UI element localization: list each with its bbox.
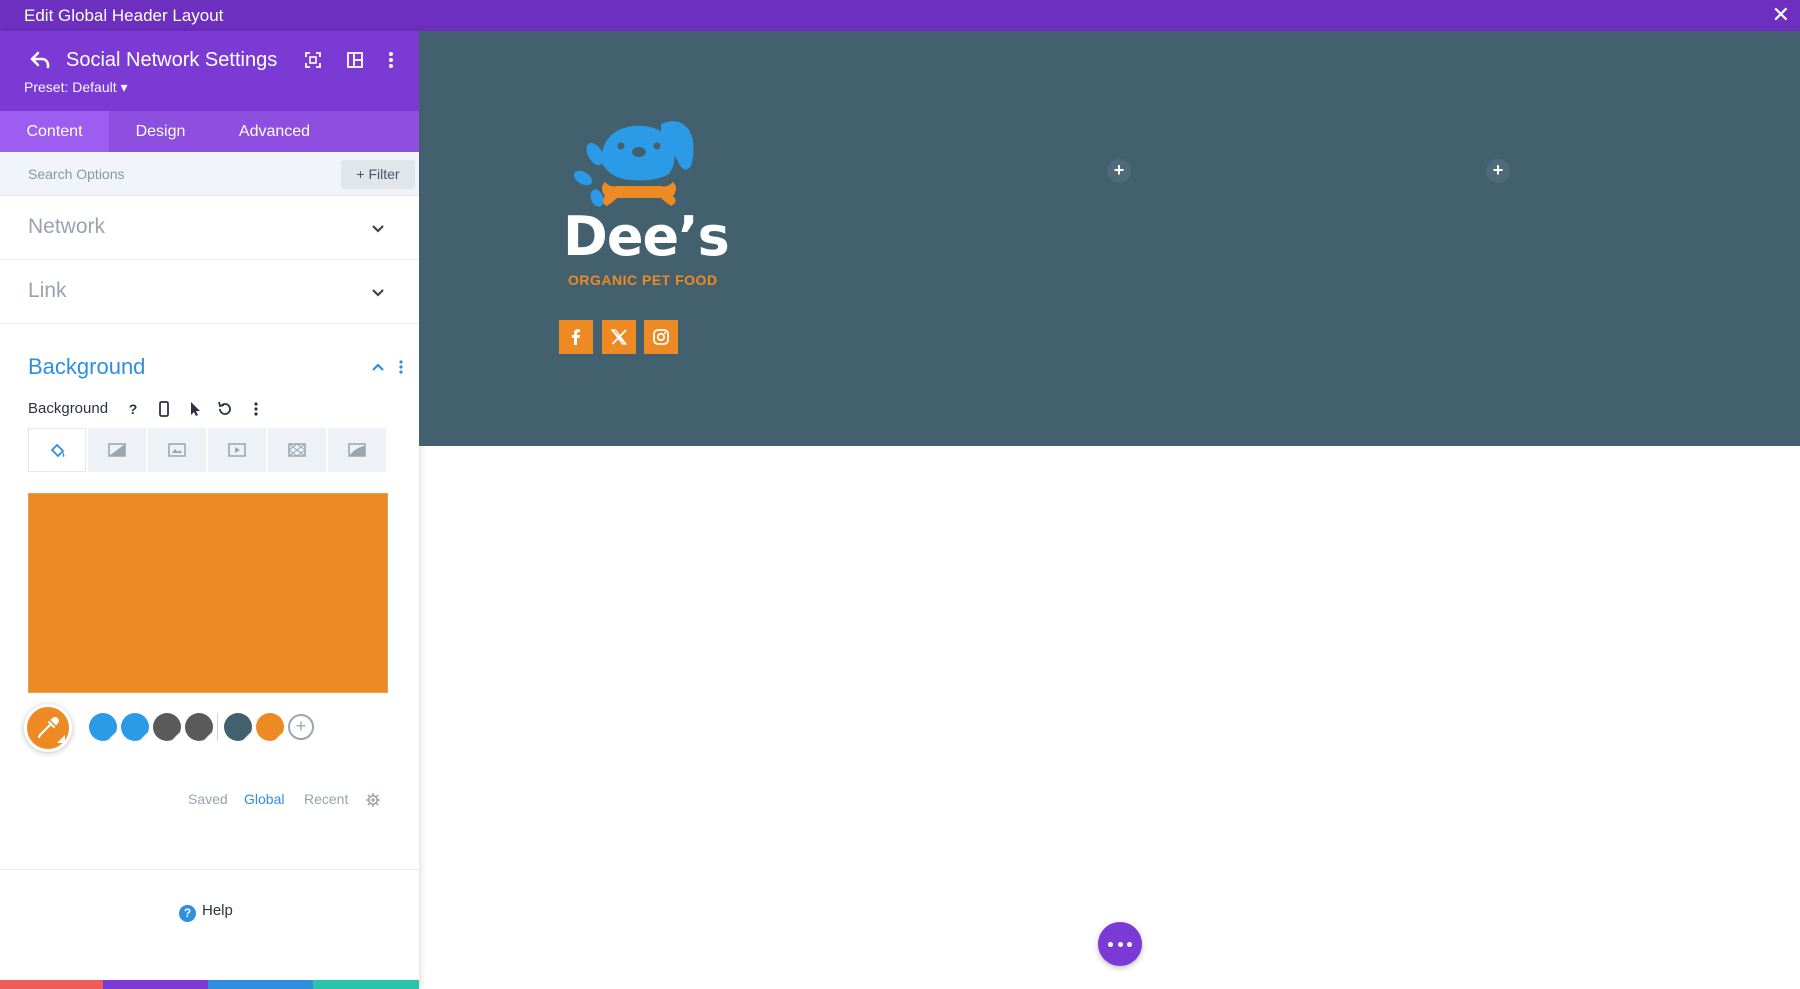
social-instagram-button[interactable]: [644, 320, 678, 354]
page-options-button[interactable]: [1098, 922, 1142, 966]
gear-icon[interactable]: [365, 792, 381, 808]
background-image-tab[interactable]: [148, 428, 206, 472]
chevron-down-icon: [372, 225, 384, 233]
x-icon: [610, 329, 628, 345]
background-mask-tab[interactable]: [328, 428, 386, 472]
palette-tab-saved[interactable]: Saved: [188, 791, 228, 807]
color-swatch[interactable]: [89, 713, 117, 741]
social-x-button[interactable]: [602, 320, 636, 354]
palette-tab-global[interactable]: Global: [244, 791, 284, 807]
add-module-button[interactable]: +: [1486, 159, 1510, 183]
tab-content[interactable]: Content: [0, 111, 109, 152]
color-swatch[interactable]: [121, 713, 149, 741]
search-options-input[interactable]: [16, 159, 336, 189]
settings-panel: Social Network Settings Preset: Default …: [0, 31, 419, 989]
help-link[interactable]: ? Help: [179, 902, 233, 922]
add-color-button[interactable]: +: [288, 714, 314, 740]
video-icon: [228, 443, 246, 457]
tab-design[interactable]: Design: [109, 111, 212, 152]
color-swatch[interactable]: [224, 713, 252, 741]
help-question-icon[interactable]: ?: [124, 400, 142, 418]
more-vertical-icon[interactable]: [380, 49, 402, 71]
help-icon: ?: [179, 905, 196, 922]
panel-title: Social Network Settings: [66, 49, 278, 71]
logo-wordmark: Dee’s: [563, 205, 730, 268]
panel-tabs: Content Design Advanced: [0, 111, 419, 152]
background-color-preview[interactable]: [28, 493, 388, 693]
help-label: Help: [202, 902, 233, 919]
background-color-tab[interactable]: [28, 428, 86, 472]
color-swatch[interactable]: [153, 713, 181, 741]
background-video-tab[interactable]: [208, 428, 266, 472]
discard-button[interactable]: [0, 980, 103, 989]
header-section-preview[interactable]: Dee’s ORGANIC PET FOOD + +: [419, 31, 1800, 446]
background-pattern-tab[interactable]: [268, 428, 326, 472]
filter-button[interactable]: + Filter: [341, 160, 415, 189]
dot-icon: [1117, 942, 1123, 947]
image-icon: [168, 443, 186, 457]
back-arrow-icon[interactable]: [28, 48, 52, 72]
panel-header: Social Network Settings Preset: Default …: [0, 31, 419, 111]
section-background-label[interactable]: Background: [28, 354, 145, 380]
facebook-icon: [571, 329, 580, 345]
redo-button[interactable]: [208, 980, 313, 989]
paint-bucket-icon: [50, 443, 65, 458]
mask-icon: [348, 443, 366, 457]
hover-cursor-icon[interactable]: [186, 400, 204, 418]
swatch-divider: [217, 713, 218, 741]
window-title-bar: Edit Global Header Layout ✕: [0, 0, 1800, 31]
option-more-icon[interactable]: [247, 400, 265, 418]
gradient-icon: [108, 443, 126, 457]
section-more-icon[interactable]: [393, 358, 409, 376]
palette-tab-recent[interactable]: Recent: [304, 791, 348, 807]
pattern-icon: [288, 443, 306, 457]
help-divider: [0, 869, 419, 870]
save-button[interactable]: [313, 980, 419, 989]
split-view-icon[interactable]: [344, 49, 366, 71]
reset-icon[interactable]: [216, 400, 234, 418]
add-module-button[interactable]: +: [1107, 159, 1131, 183]
search-row: + Filter: [0, 152, 419, 196]
responsive-phone-icon[interactable]: [155, 400, 173, 418]
dot-icon: [1127, 942, 1132, 947]
section-link-label: Link: [28, 279, 67, 302]
window-title: Edit Global Header Layout: [24, 6, 224, 25]
section-link[interactable]: Link: [0, 260, 419, 324]
fullscreen-icon[interactable]: [302, 49, 324, 71]
color-swatch[interactable]: [256, 713, 284, 741]
close-icon[interactable]: ✕: [1772, 3, 1790, 27]
color-picker-button[interactable]: [24, 704, 72, 752]
chevron-down-icon: [372, 289, 384, 297]
instagram-icon: [653, 329, 669, 345]
logo-tagline: ORGANIC PET FOOD: [568, 272, 718, 288]
background-option-label: Background: [28, 400, 109, 417]
chevron-up-icon[interactable]: [371, 362, 385, 372]
tab-advanced[interactable]: Advanced: [212, 111, 337, 152]
preset-dropdown[interactable]: Preset: Default ▾: [24, 79, 128, 96]
panel-action-bar: [0, 980, 419, 989]
background-gradient-tab[interactable]: [88, 428, 146, 472]
dot-icon: [1108, 942, 1113, 947]
section-network[interactable]: Network: [0, 196, 419, 260]
undo-button[interactable]: [103, 980, 208, 989]
color-swatch[interactable]: [185, 713, 213, 741]
background-type-tabs: [28, 428, 388, 472]
social-facebook-button[interactable]: [559, 320, 593, 354]
section-network-label: Network: [28, 215, 106, 238]
eyedropper-icon: [37, 717, 65, 743]
